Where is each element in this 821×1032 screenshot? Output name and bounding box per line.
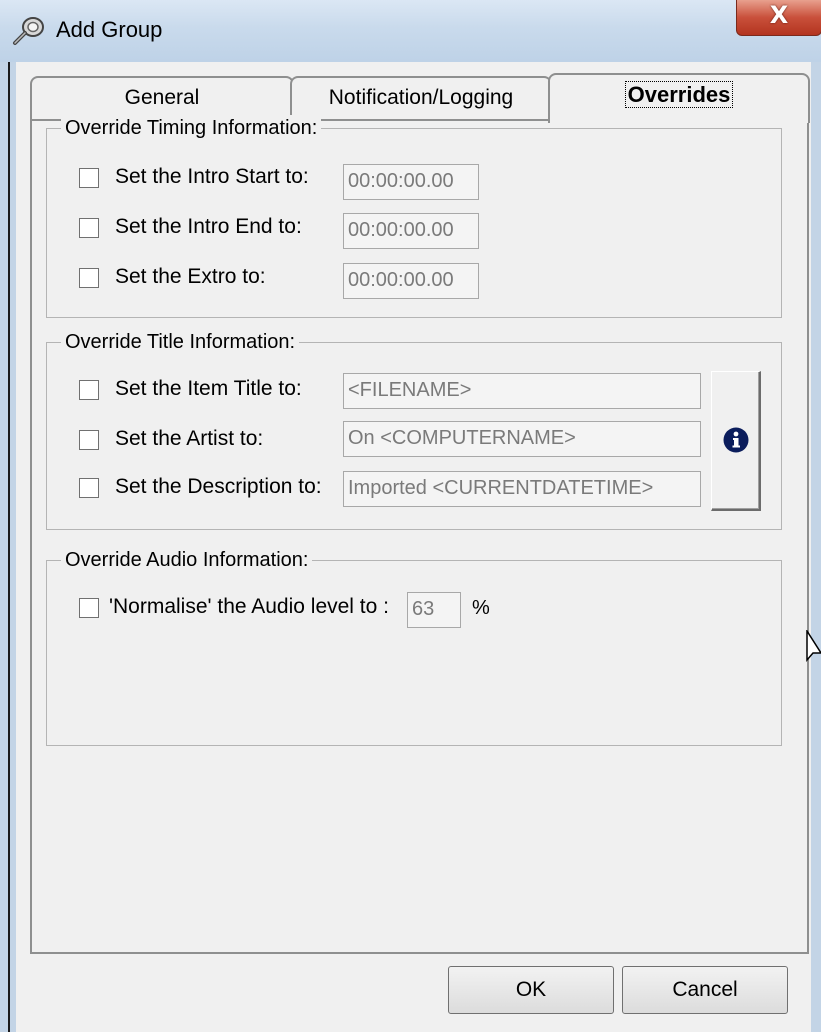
cancel-button[interactable]: Cancel — [622, 966, 788, 1014]
info-button[interactable] — [711, 371, 761, 511]
normalise-label: 'Normalise' the Audio level to : — [109, 595, 389, 618]
close-icon: X — [769, 1, 789, 29]
extro-field[interactable]: 00:00:00.00 — [343, 263, 479, 299]
percent-unit: % — [472, 597, 490, 619]
tab-label: General — [124, 86, 200, 109]
group-override-audio: Override Audio Information: 'Normalise' … — [46, 547, 782, 746]
description-label: Set the Description to: — [115, 475, 322, 498]
group-override-title: Override Title Information: Set the Item… — [46, 329, 782, 530]
artist-field[interactable]: On <COMPUTERNAME> — [343, 421, 701, 457]
tab-general[interactable]: General — [30, 76, 294, 120]
mouse-cursor-icon — [806, 630, 821, 663]
extro-label: Set the Extro to: — [115, 265, 266, 288]
window-frame-edge — [8, 62, 10, 1032]
window-title: Add Group — [56, 17, 163, 42]
ok-button[interactable]: OK — [448, 966, 614, 1014]
window-frame-right — [811, 62, 821, 1032]
group-title: Override Title Information: — [61, 329, 300, 355]
audio-level-field[interactable]: 63 — [407, 592, 461, 628]
normalise-checkbox[interactable] — [79, 598, 99, 618]
intro-start-field[interactable]: 00:00:00.00 — [343, 164, 479, 200]
item-title-checkbox[interactable] — [79, 380, 99, 400]
tab-label: Overrides — [624, 81, 734, 108]
description-field[interactable]: Imported <CURRENTDATETIME> — [343, 471, 701, 507]
tab-overrides[interactable]: Overrides — [548, 73, 810, 123]
tab-label: Notification/Logging — [328, 86, 514, 109]
tab-notification-logging[interactable]: Notification/Logging — [290, 76, 552, 120]
intro-end-label: Set the Intro End to: — [115, 215, 302, 238]
item-title-label: Set the Item Title to: — [115, 377, 302, 400]
intro-end-checkbox[interactable] — [79, 218, 99, 238]
description-checkbox[interactable] — [79, 478, 99, 498]
artist-checkbox[interactable] — [79, 430, 99, 450]
group-override-timing: Override Timing Information: Set the Int… — [46, 115, 782, 318]
intro-start-label: Set the Intro Start to: — [115, 165, 309, 188]
item-title-field[interactable]: <FILENAME> — [343, 373, 701, 409]
artist-label: Set the Artist to: — [115, 427, 264, 450]
info-icon — [723, 427, 749, 453]
group-title: Override Timing Information: — [61, 115, 322, 141]
extro-checkbox[interactable] — [79, 268, 99, 288]
intro-end-field[interactable]: 00:00:00.00 — [343, 213, 479, 249]
group-title: Override Audio Information: — [61, 547, 313, 573]
app-icon — [13, 17, 44, 45]
intro-start-checkbox[interactable] — [79, 168, 99, 188]
close-button[interactable]: X — [736, 0, 821, 36]
